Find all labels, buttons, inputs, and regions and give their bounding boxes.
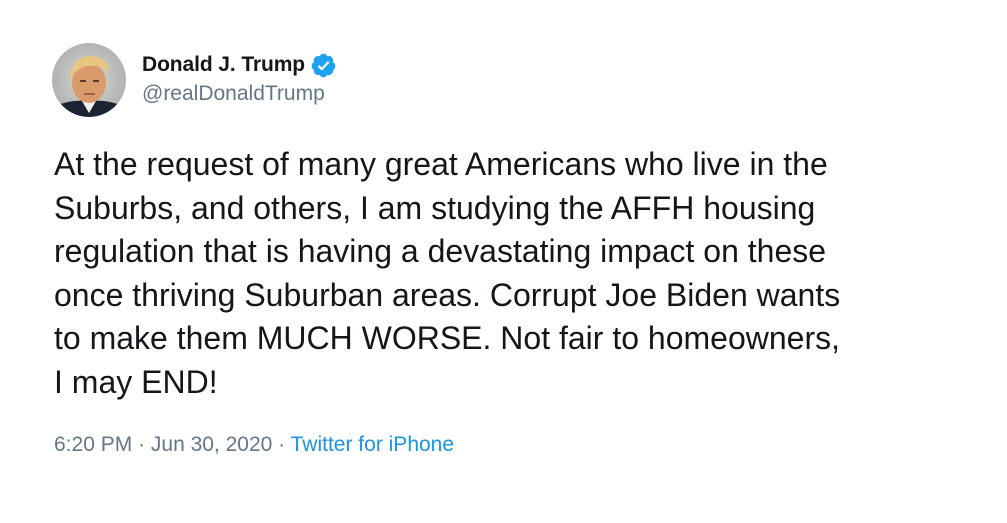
tweet-card: Donald J. Trump @realDonaldTrump At the …: [0, 0, 1007, 523]
avatar[interactable]: [52, 43, 126, 117]
tweet-text: At the request of many great Americans w…: [54, 146, 841, 400]
tweet-time[interactable]: 6:20 PM: [54, 433, 132, 456]
tweet-meta: 6:20 PM · Jun 30, 2020 · Twitter for iPh…: [54, 433, 454, 457]
tweet-date[interactable]: Jun 30, 2020: [151, 433, 272, 456]
display-name[interactable]: Donald J. Trump: [142, 53, 305, 77]
meta-separator: ·: [132, 433, 151, 456]
user-handle[interactable]: @realDonaldTrump: [142, 82, 325, 106]
meta-separator: ·: [272, 433, 291, 456]
verified-badge-icon: [311, 53, 336, 77]
user-name-row: Donald J. Trump: [142, 52, 337, 78]
profile-photo-icon: [52, 43, 126, 117]
tweet-source-link[interactable]: Twitter for iPhone: [291, 433, 454, 456]
